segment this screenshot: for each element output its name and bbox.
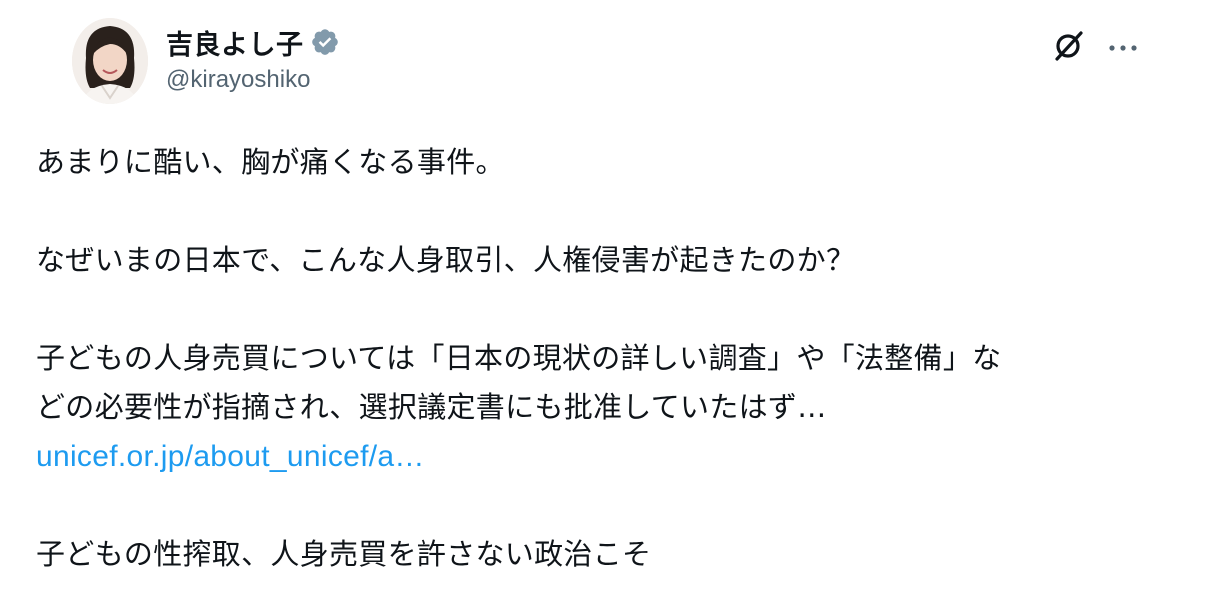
tweet-actions bbox=[1052, 28, 1138, 66]
tweet-text: あまりに酷い、胸が痛くなる事件。 なぜいまの日本で、こんな人身取引、人権侵害が起… bbox=[36, 138, 1186, 579]
grok-icon[interactable] bbox=[1052, 28, 1086, 66]
tweet-line: 子どもの性搾取、人身売買を許さない政治こそ bbox=[36, 537, 652, 571]
name-row: 吉良よし子 bbox=[166, 23, 340, 62]
tweet-card: 吉良よし子 @kirayoshiko あまりに酷い、胸が痛くなる事件。 なぜいま… bbox=[0, 0, 1214, 593]
tweet-line: あまりに酷い、胸が痛くなる事件。 bbox=[36, 145, 505, 179]
tweet-line: 子どもの人身売買については「日本の現状の詳しい調査」や「法整備」な bbox=[36, 341, 1002, 375]
more-options-icon[interactable] bbox=[1108, 38, 1138, 57]
external-link[interactable]: unicef.or.jp/about_unicef/a… bbox=[36, 440, 425, 473]
link-line: unicef.or.jp/about_unicef/a… bbox=[36, 432, 1186, 481]
tweet-header: 吉良よし子 @kirayoshiko bbox=[36, 0, 1178, 120]
display-name[interactable]: 吉良よし子 bbox=[166, 23, 304, 62]
tweet-line: どの必要性が指摘され、選択議定書にも批准していたはず… bbox=[36, 390, 827, 424]
author-info: 吉良よし子 @kirayoshiko bbox=[166, 24, 340, 94]
author-handle[interactable]: @kirayoshiko bbox=[166, 66, 340, 94]
verified-badge-icon bbox=[310, 27, 340, 57]
tweet-line: なぜいまの日本で、こんな人身取引、人権侵害が起きたのか？ bbox=[36, 243, 856, 277]
avatar[interactable] bbox=[72, 18, 148, 104]
avatar-image bbox=[72, 18, 148, 104]
